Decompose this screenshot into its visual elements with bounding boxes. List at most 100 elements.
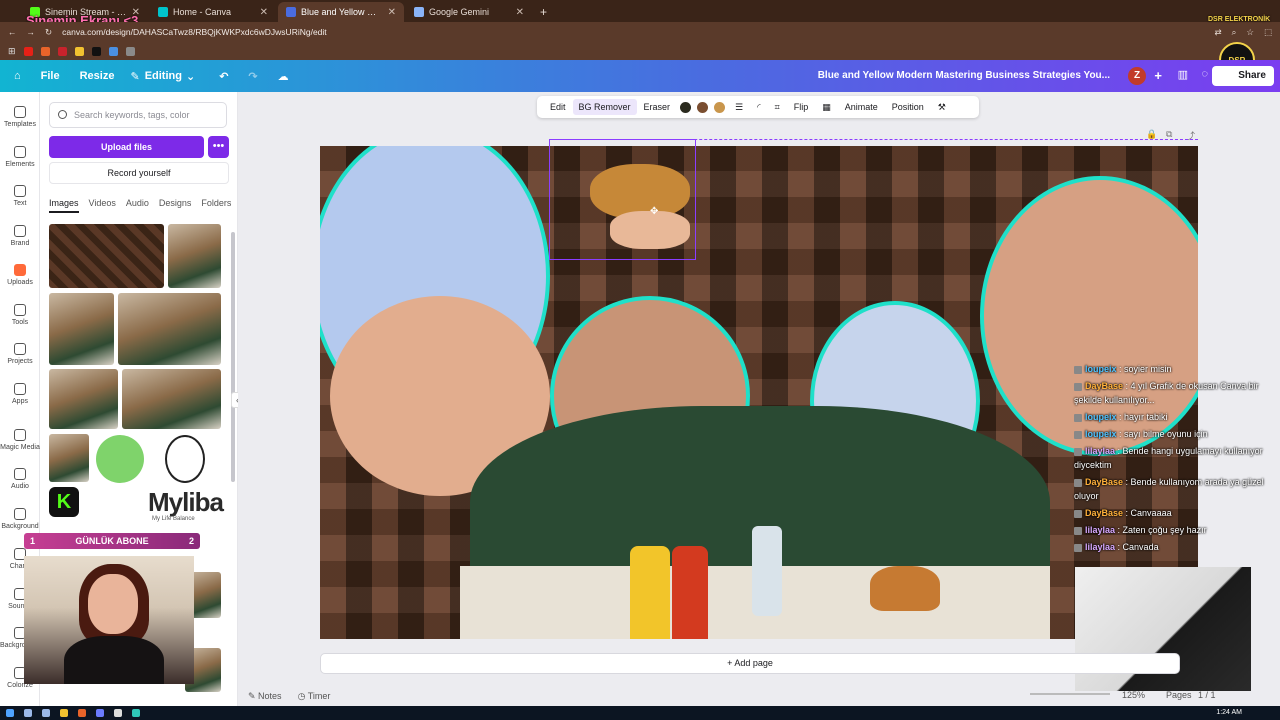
design-title[interactable]: Blue and Yellow Modern Mastering Busines… <box>818 70 1110 81</box>
editing-mode-menu[interactable]: Editing <box>145 70 182 82</box>
rail-tools[interactable]: Tools <box>0 304 40 326</box>
color-swatch[interactable] <box>697 101 709 113</box>
home-icon[interactable]: ⌂ <box>14 70 21 82</box>
search-icon[interactable] <box>24 709 32 717</box>
analytics-icon[interactable]: ▥ <box>1178 68 1188 81</box>
forward-icon[interactable]: → <box>27 27 36 37</box>
logo-thumbnail[interactable] <box>165 435 205 483</box>
youtube-bookmark-icon[interactable] <box>23 46 33 56</box>
myliba-logo-thumbnail[interactable]: Myliba <box>148 487 224 518</box>
chrome-icon[interactable] <box>78 709 86 717</box>
upload-thumbnail[interactable] <box>168 224 221 288</box>
close-tab-icon[interactable]: ✕ <box>260 7 268 18</box>
add-page-button[interactable]: + Add page <box>320 653 1180 674</box>
rail-projects[interactable]: Projects <box>0 343 40 365</box>
bookmark-star-icon[interactable]: ☆ <box>1246 27 1254 38</box>
design-page[interactable] <box>320 146 1198 639</box>
upload-thumbnail[interactable] <box>49 369 118 429</box>
url-field[interactable]: canva.com/design/DAHASCaTwz8/RBQjKWKPxdc… <box>62 27 1204 37</box>
share-button[interactable]: Share <box>1212 66 1274 86</box>
edit-image-button[interactable]: Edit <box>543 102 573 112</box>
transparency-icon[interactable]: ▦ <box>815 102 838 113</box>
rail-background[interactable]: Background <box>0 508 40 530</box>
translate-icon[interactable]: ⇄ <box>1214 27 1221 38</box>
position-button[interactable]: Position <box>885 102 931 112</box>
selection-box[interactable]: ✥ <box>549 139 696 260</box>
corner-rounding-icon[interactable]: ◜ <box>750 102 768 113</box>
tab-canva-design[interactable]: Blue and Yellow Modern Maste ✕ <box>278 2 404 22</box>
file-menu[interactable]: File <box>41 70 60 82</box>
discord-icon[interactable] <box>96 709 104 717</box>
redo-icon[interactable]: ↷ <box>248 70 257 83</box>
rail-uploads[interactable]: Uploads <box>0 264 40 286</box>
tab-gemini[interactable]: Google Gemini ✕ <box>406 2 532 22</box>
task-view-icon[interactable] <box>42 709 50 717</box>
obs-icon[interactable] <box>114 709 122 717</box>
rail-audio[interactable]: Audio <box>0 468 40 490</box>
crop-icon[interactable]: ⌗ <box>768 102 787 113</box>
timer-button[interactable]: ◷ Timer <box>298 691 331 702</box>
panel-scrollbar[interactable] <box>231 232 235 482</box>
start-icon[interactable] <box>6 709 14 717</box>
eraser-button[interactable]: Eraser <box>637 102 678 112</box>
tab-videos[interactable]: Videos <box>89 198 116 213</box>
close-tab-icon[interactable]: ✕ <box>388 7 396 18</box>
comments-icon[interactable]: ◌ <box>1201 68 1208 80</box>
rail-text[interactable]: Text <box>0 185 40 207</box>
tab-audio[interactable]: Audio <box>126 198 149 213</box>
file-explorer-icon[interactable] <box>60 709 68 717</box>
tab-canva-home[interactable]: Home - Canva ✕ <box>150 2 276 22</box>
kick-logo-thumbnail[interactable]: K <box>49 487 79 517</box>
record-yourself-button[interactable]: Record yourself <box>49 162 229 184</box>
upload-files-button[interactable]: Upload files <box>49 136 204 158</box>
zoom-icon[interactable]: ⌕ <box>1232 27 1237 38</box>
pinterest-bookmark-icon[interactable] <box>57 46 67 56</box>
color-swatch[interactable] <box>714 101 726 113</box>
back-icon[interactable]: ← <box>8 27 17 37</box>
more-options-button[interactable]: ••• <box>208 136 229 158</box>
avatar[interactable]: Z <box>1128 67 1146 85</box>
tab-designs[interactable]: Designs <box>159 198 192 213</box>
zoom-level[interactable]: 125% <box>1122 690 1145 700</box>
apps-grid-icon[interactable]: ⊞ <box>8 46 16 57</box>
upload-thumbnail[interactable] <box>118 293 221 365</box>
search-input[interactable]: Search keywords, tags, color <box>49 102 227 128</box>
bookmark-icon[interactable] <box>125 46 135 56</box>
add-collaborator-icon[interactable]: + <box>1154 68 1162 83</box>
upload-thumbnail[interactable] <box>49 224 164 288</box>
bookmark-icon[interactable] <box>108 46 118 56</box>
bg-remover-button[interactable]: BG Remover <box>572 99 637 115</box>
animate-button[interactable]: Animate <box>838 102 885 112</box>
rail-apps[interactable]: Apps <box>0 383 40 405</box>
upload-thumbnail[interactable] <box>49 293 114 365</box>
tiktok-bookmark-icon[interactable] <box>91 46 101 56</box>
rail-magic-media[interactable]: Magic Media <box>0 429 40 451</box>
extensions-icon[interactable]: ⬚ <box>1264 27 1272 38</box>
taskbar-clock[interactable]: 1:24 AM <box>1216 709 1242 716</box>
color-swatch[interactable] <box>680 101 692 113</box>
rail-elements[interactable]: Elements <box>0 146 40 168</box>
rail-brand[interactable]: Brand <box>0 225 40 247</box>
bookmark-icon[interactable] <box>40 46 50 56</box>
app-icon[interactable] <box>132 709 140 717</box>
pages-button[interactable]: Pages <box>1166 690 1192 700</box>
undo-icon[interactable]: ↶ <box>219 70 228 83</box>
flip-button[interactable]: Flip <box>787 102 816 112</box>
tab-folders[interactable]: Folders <box>201 198 231 213</box>
zoom-slider[interactable] <box>1030 693 1110 695</box>
tab-images[interactable]: Images <box>49 198 79 213</box>
reload-icon[interactable]: ↻ <box>45 27 52 38</box>
paint-format-icon[interactable]: ⚒ <box>931 102 953 113</box>
upload-thumbnail[interactable] <box>49 434 89 482</box>
upload-thumbnail[interactable] <box>122 369 221 429</box>
rail-templates[interactable]: Templates <box>0 106 40 128</box>
close-tab-icon[interactable]: ✕ <box>516 7 524 18</box>
resize-button[interactable]: Resize <box>80 70 115 82</box>
bookmark-icon[interactable] <box>74 46 84 56</box>
move-handle-icon[interactable]: ✥ <box>650 206 658 217</box>
new-tab-button[interactable]: + <box>540 2 547 22</box>
notes-button[interactable]: ✎ Notes <box>248 691 282 702</box>
cloud-save-icon[interactable]: ☁ <box>278 70 289 83</box>
cartoon-avatar-thumbnail[interactable] <box>96 435 144 483</box>
border-style-icon[interactable]: ☰ <box>728 102 750 113</box>
